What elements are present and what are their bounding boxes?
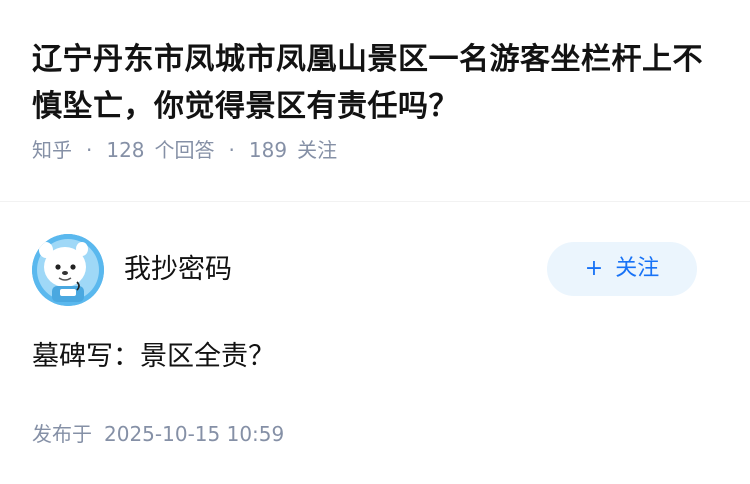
follower-count-label[interactable]: 关注 xyxy=(297,136,337,164)
answer-card: 我抄密码 + 关注 墓碑写：景区全责？ 发布于 2025-10-15 10:59 xyxy=(0,202,750,484)
question-header: 辽宁丹东市凤城市凤凰山景区一名游客坐栏杆上不慎坠亡，你觉得景区有责任吗？ 知乎 … xyxy=(0,0,750,165)
question-meta: 知乎 · 128 个回答 · 189 关注 xyxy=(32,136,718,164)
plus-icon: + xyxy=(584,256,604,281)
follower-count: 189 xyxy=(248,138,288,162)
meta-separator: · xyxy=(86,138,93,162)
avatar[interactable] xyxy=(32,234,104,306)
publish-date: 2025-10-15 10:59 xyxy=(104,422,285,446)
source-label: 知乎 xyxy=(32,138,72,162)
answer-count-label[interactable]: 个回答 xyxy=(155,136,215,164)
author-row: 我抄密码 + 关注 xyxy=(32,234,718,306)
meta-separator: · xyxy=(228,138,235,162)
follow-label: 关注 xyxy=(615,256,660,281)
question-title[interactable]: 辽宁丹东市凤城市凤凰山景区一名游客坐栏杆上不慎坠亡，你觉得景区有责任吗？ xyxy=(32,36,718,130)
answer-content[interactable]: 墓碑写：景区全责？ xyxy=(32,337,275,377)
author-name[interactable]: 我抄密码 xyxy=(124,252,232,288)
follow-button[interactable]: + 关注 xyxy=(547,242,697,296)
answer-count: 128 xyxy=(106,138,145,162)
publish-label: 发布于 xyxy=(32,422,92,446)
publish-time: 发布于 2025-10-15 10:59 xyxy=(32,420,284,448)
bear-astronaut-icon xyxy=(32,234,104,306)
